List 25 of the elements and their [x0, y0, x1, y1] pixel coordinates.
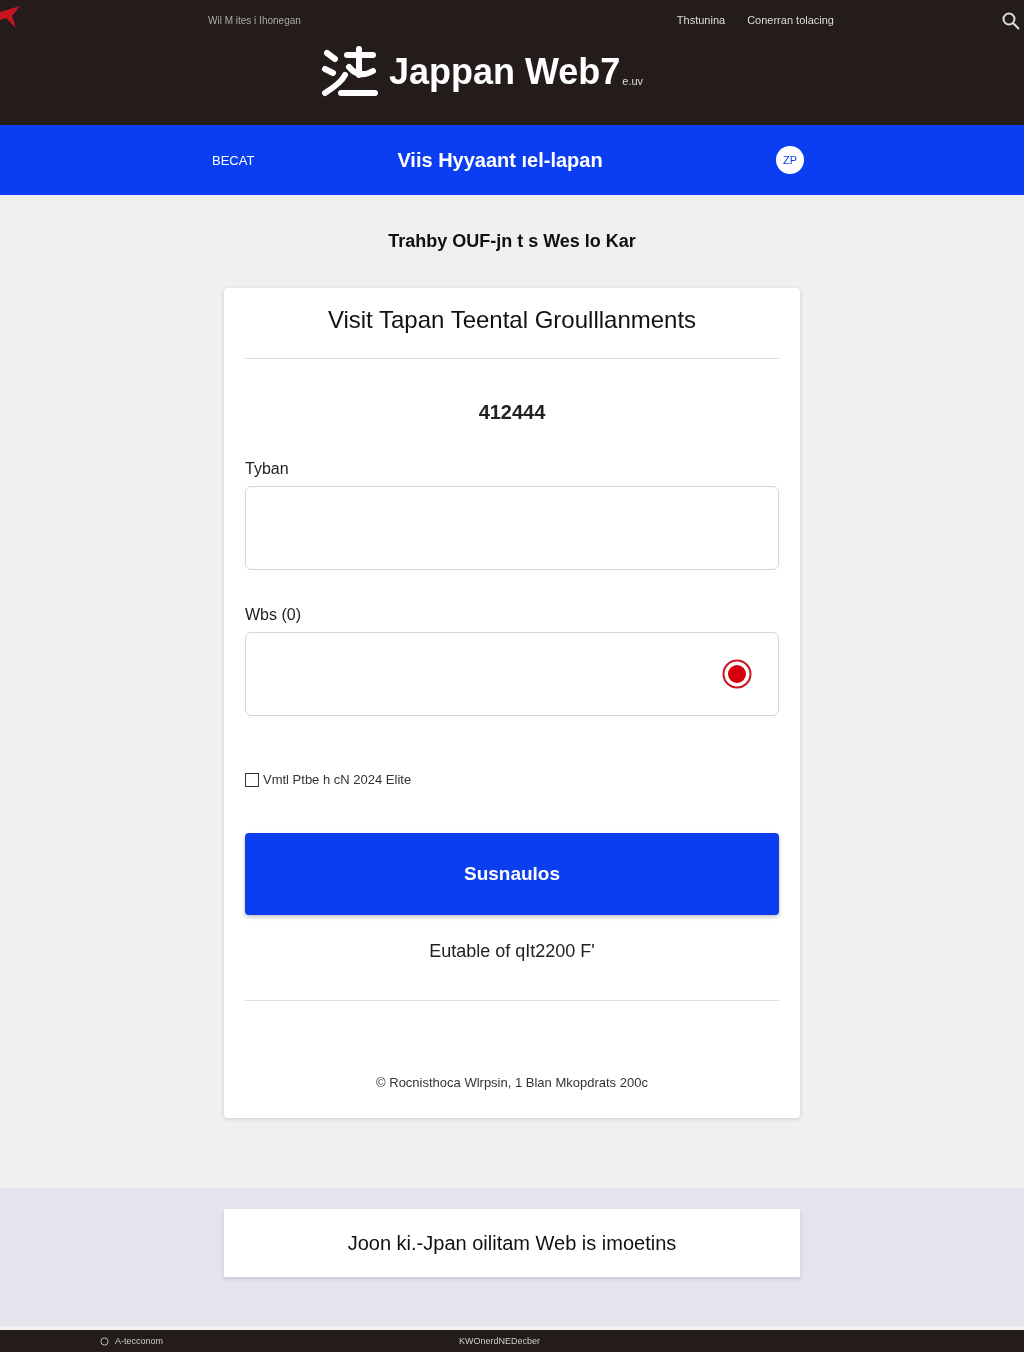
page-subheading: Trahby OUF-jn t s Wes lo Kar	[388, 231, 636, 252]
nav-link[interactable]: Conerran tolacing	[747, 14, 834, 26]
profile-badge[interactable]: ZP	[776, 146, 804, 174]
banner-title: Viis Hyyaant ıel-lapan	[397, 148, 603, 172]
checkbox-label: Vmtl Ptbe h cN 2024 Elite	[263, 772, 412, 787]
code-text: 412444	[477, 401, 547, 424]
card-title: Visit Tapan Teental Groulllanments	[326, 305, 698, 335]
logo-icon	[320, 45, 379, 99]
logo-title: Jappan Web7	[388, 51, 621, 93]
note-text: Eutable of qIt2200 F'	[428, 941, 596, 962]
submit-button[interactable]: Susnaulos	[245, 833, 779, 915]
copyright-text: © Rocnisthoca Wlrpsin, 1 Blan Mkopdrats 200c	[375, 1075, 649, 1090]
promo-text: Joon ki.-Jpan oilitam Web is imoetins	[224, 1209, 800, 1277]
footer-center-text: KWOnerdNEDecber	[459, 1336, 541, 1346]
logo-suffix: e.uv	[622, 75, 644, 87]
tagline: Wil M ites i Ihonegan	[208, 14, 301, 26]
search-icon[interactable]	[1002, 12, 1020, 30]
input-field[interactable]	[245, 486, 779, 570]
field-label: Tyban	[245, 460, 290, 478]
checkbox[interactable]	[245, 772, 259, 787]
field-label: Wbs (0)	[245, 606, 302, 624]
input-field[interactable]	[245, 632, 779, 716]
footer-label: A-tecconom	[115, 1336, 164, 1346]
nav-label: BECAT	[212, 152, 255, 168]
nav-link[interactable]: Thstunina	[676, 14, 726, 26]
